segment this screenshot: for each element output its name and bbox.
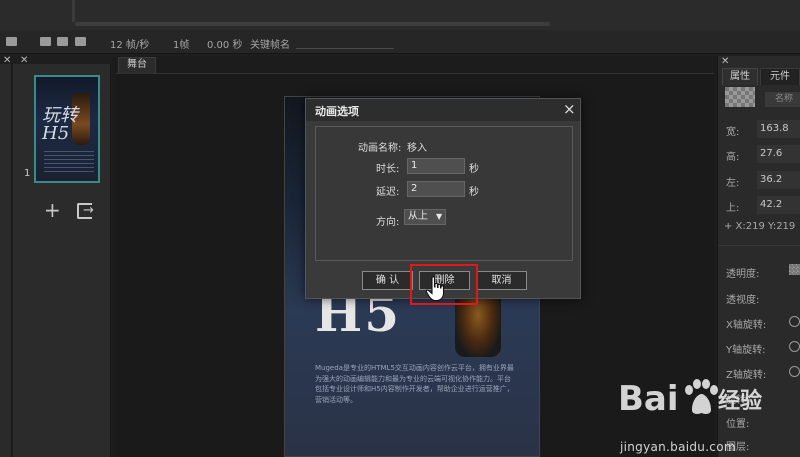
- x-rotate-label: X轴旋转:: [726, 320, 767, 331]
- width-input[interactable]: 163.8: [757, 120, 800, 138]
- dialog-content: 动画名称: 移入 时长: 1 秒 延迟: 2 秒 方向:: [315, 126, 573, 261]
- duration-unit: 秒: [469, 164, 479, 175]
- timeline-toolbar: 12 帧/秒 1帧 0.00 秒 关键帧名: [0, 30, 800, 54]
- rotate-x-icon[interactable]: [789, 316, 800, 327]
- delay-label: 延迟:: [376, 187, 400, 198]
- top-input[interactable]: 42.2: [757, 196, 800, 214]
- top-label: 上:: [726, 203, 740, 214]
- page-number: 1: [24, 168, 31, 179]
- dialog-title: 动画选项: [315, 105, 359, 118]
- svg-text:经验: 经验: [718, 388, 762, 414]
- height-label: 高:: [726, 152, 740, 163]
- opacity-label: 透明度:: [726, 269, 760, 280]
- thumbnail-text-lines: [44, 151, 94, 173]
- baidu-logo: Bai 经验: [618, 379, 762, 419]
- left-label: 左:: [726, 178, 740, 189]
- dialog-titlebar[interactable]: 动画选项 ×: [306, 99, 580, 121]
- copy-layer-icon[interactable]: [57, 37, 68, 46]
- watermark-url: jingyan.baidu.com: [620, 440, 736, 454]
- cancel-button[interactable]: 取消: [476, 271, 527, 290]
- opacity-swatch[interactable]: [789, 264, 800, 275]
- close-icon[interactable]: ✕: [721, 56, 729, 67]
- page-thumbnail[interactable]: 玩转H5: [34, 75, 100, 183]
- panel-divider: [719, 245, 800, 246]
- paste-layer-icon[interactable]: [75, 37, 86, 46]
- close-icon[interactable]: ×: [563, 100, 576, 118]
- element-name-input[interactable]: 名称: [765, 92, 800, 107]
- top-divider: [72, 0, 75, 22]
- folder-icon[interactable]: [40, 37, 51, 46]
- height-input[interactable]: 27.6: [757, 145, 800, 163]
- timeline-scrollbar[interactable]: [75, 22, 550, 26]
- y-rotate-label: Y轴旋转:: [726, 345, 766, 356]
- time-readout: 0.00 秒: [207, 40, 243, 51]
- animation-name-label: 动画名称:: [358, 143, 402, 154]
- animation-name-value: 移入: [407, 143, 427, 154]
- duration-input[interactable]: 1: [407, 158, 465, 174]
- anchor-coordinates: + X:219 Y:219: [724, 221, 796, 232]
- add-page-icon[interactable]: +: [44, 200, 61, 220]
- direction-label: 方向:: [376, 217, 400, 228]
- delay-unit: 秒: [469, 187, 479, 198]
- left-input[interactable]: 36.2: [757, 171, 800, 189]
- direction-select[interactable]: 从上 ▼: [404, 209, 446, 225]
- tab-elements[interactable]: 元件: [760, 68, 800, 85]
- dropdown-arrow-icon: ▼: [436, 212, 443, 221]
- direction-selected-value: 从上: [408, 211, 428, 222]
- perspective-label: 透视度:: [726, 295, 760, 306]
- thumbnail-title: 玩转H5: [42, 105, 78, 144]
- confirm-button[interactable]: 确 认: [362, 271, 413, 290]
- baidu-jingyan-watermark: Bai 经验 jingyan.baidu.com: [618, 370, 800, 457]
- delay-input[interactable]: 2: [407, 181, 465, 197]
- tab-stage[interactable]: 舞台: [118, 57, 156, 73]
- import-arrow-icon: →: [83, 203, 94, 218]
- hand-cursor-icon: [425, 276, 445, 302]
- svg-text:Bai: Bai: [618, 379, 679, 419]
- keyframe-name-label: 关键帧名: [250, 40, 290, 51]
- fps-readout: 12 帧/秒: [110, 40, 150, 51]
- pages-panel: 玩转H5 1 + →: [13, 64, 111, 457]
- fill-color-swatch[interactable]: [725, 87, 755, 107]
- layer-icon[interactable]: [6, 37, 17, 46]
- keyframe-name-input[interactable]: [296, 38, 394, 49]
- top-panel: [0, 0, 800, 30]
- width-label: 宽:: [726, 127, 740, 138]
- tab-properties[interactable]: 属性: [722, 68, 758, 85]
- rotate-y-icon[interactable]: [789, 341, 800, 352]
- canvas-paragraph[interactable]: Mugeda是专业的HTML5交互动画内容创作云平台，拥有业界最为强大的动画编辑…: [315, 363, 515, 405]
- duration-label: 时长:: [376, 164, 400, 175]
- tools-strip: [0, 64, 12, 457]
- frame-readout: 1帧: [173, 40, 190, 51]
